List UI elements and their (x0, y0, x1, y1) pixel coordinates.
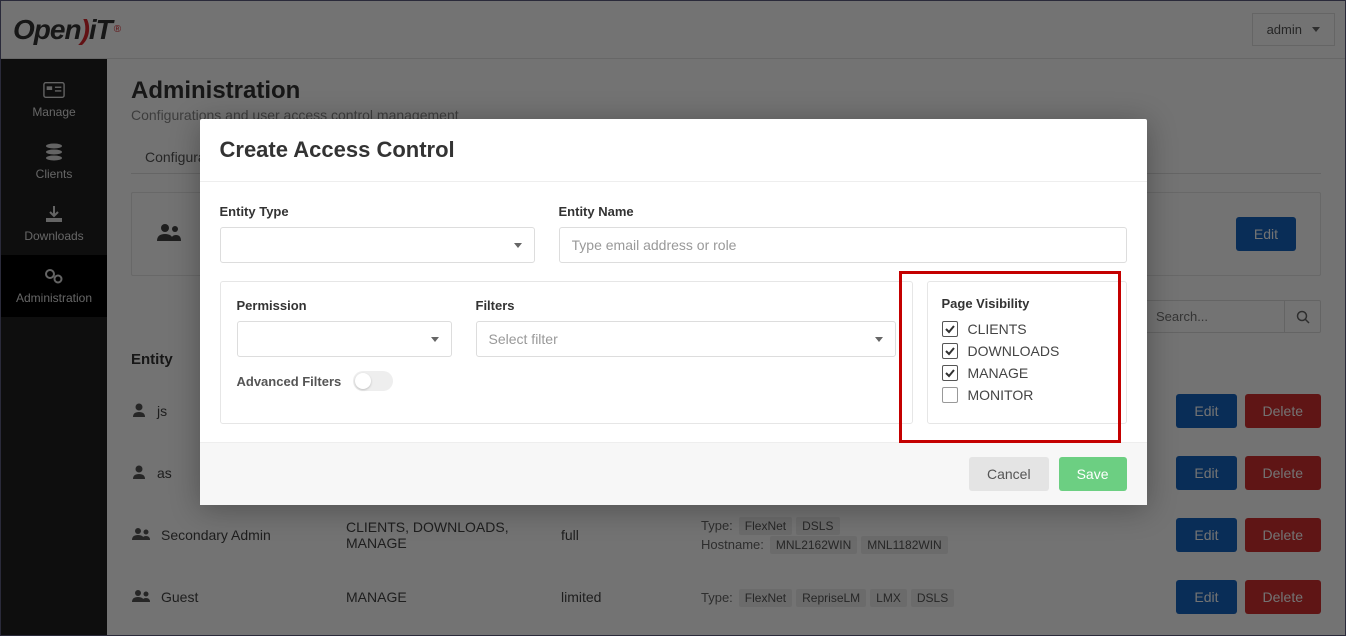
caret-down-icon (514, 243, 522, 248)
checkbox[interactable] (942, 343, 958, 359)
caret-down-icon (431, 337, 439, 342)
page-visibility-panel: Page Visibility CLIENTS DOWNLOADS MANAGE (927, 281, 1127, 424)
filters-label: Filters (476, 298, 896, 313)
checkbox[interactable] (942, 321, 958, 337)
entity-type-select[interactable] (220, 227, 535, 263)
page-visibility-option[interactable]: DOWNLOADS (942, 343, 1112, 359)
permission-label: Permission (237, 298, 452, 313)
permission-select[interactable] (237, 321, 452, 357)
modal-overlay: Create Access Control Entity Type Entity… (1, 1, 1345, 635)
advanced-filters-toggle[interactable] (353, 371, 393, 391)
save-button[interactable]: Save (1059, 457, 1127, 491)
checkbox[interactable] (942, 387, 958, 403)
page-visibility-option[interactable]: CLIENTS (942, 321, 1112, 337)
entity-name-label: Entity Name (559, 204, 1127, 219)
page-visibility-option-label: DOWNLOADS (968, 343, 1060, 359)
entity-type-label: Entity Type (220, 204, 535, 219)
permission-panel: Permission Filters Select filter Advance… (220, 281, 913, 424)
filters-select[interactable]: Select filter (476, 321, 896, 357)
cancel-button[interactable]: Cancel (969, 457, 1049, 491)
page-visibility-label: Page Visibility (942, 296, 1112, 311)
create-access-control-dialog: Create Access Control Entity Type Entity… (200, 119, 1147, 505)
entity-name-input[interactable] (559, 227, 1127, 263)
page-visibility-option-label: MANAGE (968, 365, 1029, 381)
page-visibility-option-label: CLIENTS (968, 321, 1027, 337)
advanced-filters-label: Advanced Filters (237, 374, 342, 389)
dialog-title: Create Access Control (220, 137, 1127, 163)
page-visibility-option[interactable]: MONITOR (942, 387, 1112, 403)
page-visibility-option-label: MONITOR (968, 387, 1034, 403)
page-visibility-option[interactable]: MANAGE (942, 365, 1112, 381)
caret-down-icon (875, 337, 883, 342)
checkbox[interactable] (942, 365, 958, 381)
